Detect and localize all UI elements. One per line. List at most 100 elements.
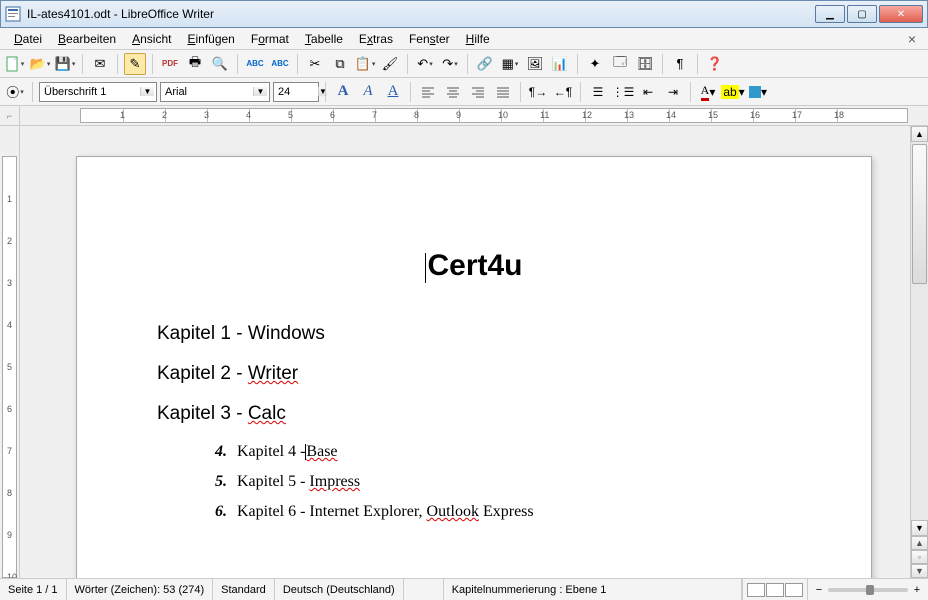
menu-bearbeiten[interactable]: Bearbeiten (50, 30, 124, 48)
menu-tabelle[interactable]: Tabelle (297, 30, 351, 48)
undo-button[interactable]: ↶▾ (414, 53, 436, 75)
menu-format[interactable]: Format (243, 30, 297, 48)
insert-chart-button[interactable]: 📊 (549, 53, 571, 75)
open-button[interactable]: 📂▾ (29, 53, 51, 75)
status-insert-mode[interactable] (404, 579, 444, 600)
menu-hilfe[interactable]: Hilfe (458, 30, 498, 48)
new-button[interactable]: ▾ (4, 53, 26, 75)
align-left-button[interactable] (417, 81, 439, 103)
status-wordcount[interactable]: Wörter (Zeichen): 53 (274) (67, 579, 214, 600)
prev-page-icon[interactable]: ▲ (911, 536, 928, 550)
numbered-list-item[interactable]: 5.Kapitel 5 - Impress (215, 473, 791, 491)
view-multi-page-button[interactable] (766, 583, 784, 597)
print-button[interactable]: 🖶 (184, 53, 206, 75)
clone-formatting-button[interactable]: 🖌 (379, 53, 401, 75)
menubar: Datei Bearbeiten Ansicht Einfügen Format… (0, 28, 928, 50)
ltr-button[interactable]: ¶→ (527, 81, 549, 103)
paragraph-style-value: Überschrift 1 (44, 86, 140, 98)
italic-button[interactable]: A (357, 81, 379, 103)
next-page-icon[interactable]: ▼ (911, 564, 928, 578)
menu-extras[interactable]: Extras (351, 30, 401, 48)
underline-button[interactable]: A (382, 81, 404, 103)
scroll-up-button[interactable]: ▲ (911, 126, 928, 142)
spellcheck-button[interactable]: ABC (244, 53, 266, 75)
window-close-button[interactable]: ✕ (879, 5, 923, 23)
zoom-out-button[interactable]: − (814, 584, 824, 596)
insert-table-button[interactable]: ▦▾ (499, 53, 521, 75)
font-name-combo[interactable]: Arial ▼ (160, 82, 270, 102)
app-icon (5, 6, 21, 22)
scroll-down-button[interactable]: ▼ (911, 520, 928, 536)
statusbar: Seite 1 / 1 Wörter (Zeichen): 53 (274) S… (0, 578, 928, 600)
align-right-button[interactable] (467, 81, 489, 103)
document-viewport[interactable]: Cert4u Kapitel 1 - Windows Kapitel 2 - Wr… (20, 126, 910, 578)
align-justify-button[interactable] (492, 81, 514, 103)
insert-image-button[interactable]: 🖼 (524, 53, 546, 75)
zoom-track[interactable] (828, 588, 908, 592)
menu-datei[interactable]: Datei (6, 30, 50, 48)
vertical-scrollbar[interactable]: ▲ ▼ ▲ ◦ ▼ (910, 126, 928, 578)
highlight-button[interactable]: ab▾ (722, 81, 744, 103)
font-size-combo[interactable]: 24 ▼ (273, 82, 319, 102)
copy-button[interactable]: ⧉ (329, 53, 351, 75)
rtl-button[interactable]: ←¶ (552, 81, 574, 103)
vertical-ruler[interactable]: 12345678910 (0, 126, 20, 578)
view-book-button[interactable] (785, 583, 803, 597)
window-minimize-button[interactable]: ▁ (815, 5, 845, 23)
nonprinting-chars-button[interactable]: ¶ (669, 53, 691, 75)
increase-indent-button[interactable]: ⇥ (662, 81, 684, 103)
align-center-button[interactable] (442, 81, 464, 103)
scroll-thumb[interactable] (912, 144, 927, 284)
zoom-slider[interactable]: − + (807, 579, 928, 600)
bulleted-list-button[interactable]: ⋮☰ (612, 81, 634, 103)
document-title[interactable]: Cert4u (157, 249, 791, 283)
heading-level-2[interactable]: Kapitel 2 - Writer (157, 363, 791, 385)
mail-button[interactable]: ✉ (89, 53, 111, 75)
hyperlink-button[interactable]: 🔗 (474, 53, 496, 75)
save-button[interactable]: 💾▾ (54, 53, 76, 75)
numbered-list-button[interactable]: ☰ (587, 81, 609, 103)
document-close-button[interactable]: × (902, 31, 922, 47)
status-outline[interactable]: Kapitelnummerierung : Ebene 1 (444, 579, 742, 600)
standard-toolbar: ▾ 📂▾ 💾▾ ✉ ✎ PDF 🖶 🔍 ABC ABC ✂ ⧉ 📋▾ 🖌 ↶▾ … (0, 50, 928, 78)
chevron-down-icon: ▼ (253, 87, 267, 96)
heading-level-2[interactable]: Kapitel 3 - Calc (157, 403, 791, 425)
navigator-button[interactable]: ✦ (584, 53, 606, 75)
page[interactable]: Cert4u Kapitel 1 - Windows Kapitel 2 - Wr… (76, 156, 872, 578)
status-language[interactable]: Deutsch (Deutschland) (275, 579, 404, 600)
paragraph-style-combo[interactable]: Überschrift 1 ▼ (39, 82, 157, 102)
print-preview-button[interactable]: 🔍 (209, 53, 231, 75)
status-style[interactable]: Standard (213, 579, 275, 600)
ruler-corner: ⌐ (0, 106, 20, 125)
numbered-list-item[interactable]: 4.Kapitel 4 -Base (215, 443, 791, 461)
font-name-value: Arial (165, 86, 253, 98)
styles-button[interactable]: ⦿▾ (4, 81, 26, 103)
font-color-button[interactable]: A▾ (697, 81, 719, 103)
gallery-button[interactable]: 🗔 (609, 53, 631, 75)
cut-button[interactable]: ✂ (304, 53, 326, 75)
export-pdf-button[interactable]: PDF (159, 53, 181, 75)
scroll-track[interactable] (911, 142, 928, 520)
bold-button[interactable]: A (332, 81, 354, 103)
horizontal-ruler[interactable]: 123456789101112131415161718 (80, 108, 908, 123)
data-sources-button[interactable]: 🗄 (634, 53, 656, 75)
decrease-indent-button[interactable]: ⇤ (637, 81, 659, 103)
edit-mode-button[interactable]: ✎ (124, 53, 146, 75)
menu-einfuegen[interactable]: Einfügen (179, 30, 242, 48)
heading-level-2[interactable]: Kapitel 1 - Windows (157, 323, 791, 345)
window-maximize-button[interactable]: ▢ (847, 5, 877, 23)
auto-spellcheck-button[interactable]: ABC (269, 53, 291, 75)
background-color-button[interactable]: ▾ (747, 81, 769, 103)
menu-fenster[interactable]: Fenster (401, 30, 458, 48)
menu-ansicht[interactable]: Ansicht (124, 30, 179, 48)
zoom-in-button[interactable]: + (912, 584, 922, 596)
redo-button[interactable]: ↷▾ (439, 53, 461, 75)
paste-button[interactable]: 📋▾ (354, 53, 376, 75)
numbered-list-item[interactable]: 6.Kapitel 6 - Internet Explorer, Outlook… (215, 503, 791, 521)
navigation-icon[interactable]: ◦ (911, 550, 928, 564)
window-title: IL-ates4101.odt - LibreOffice Writer (27, 7, 815, 21)
help-button[interactable]: ❓ (704, 53, 726, 75)
view-single-page-button[interactable] (747, 583, 765, 597)
zoom-thumb[interactable] (866, 585, 874, 595)
status-page[interactable]: Seite 1 / 1 (0, 579, 67, 600)
